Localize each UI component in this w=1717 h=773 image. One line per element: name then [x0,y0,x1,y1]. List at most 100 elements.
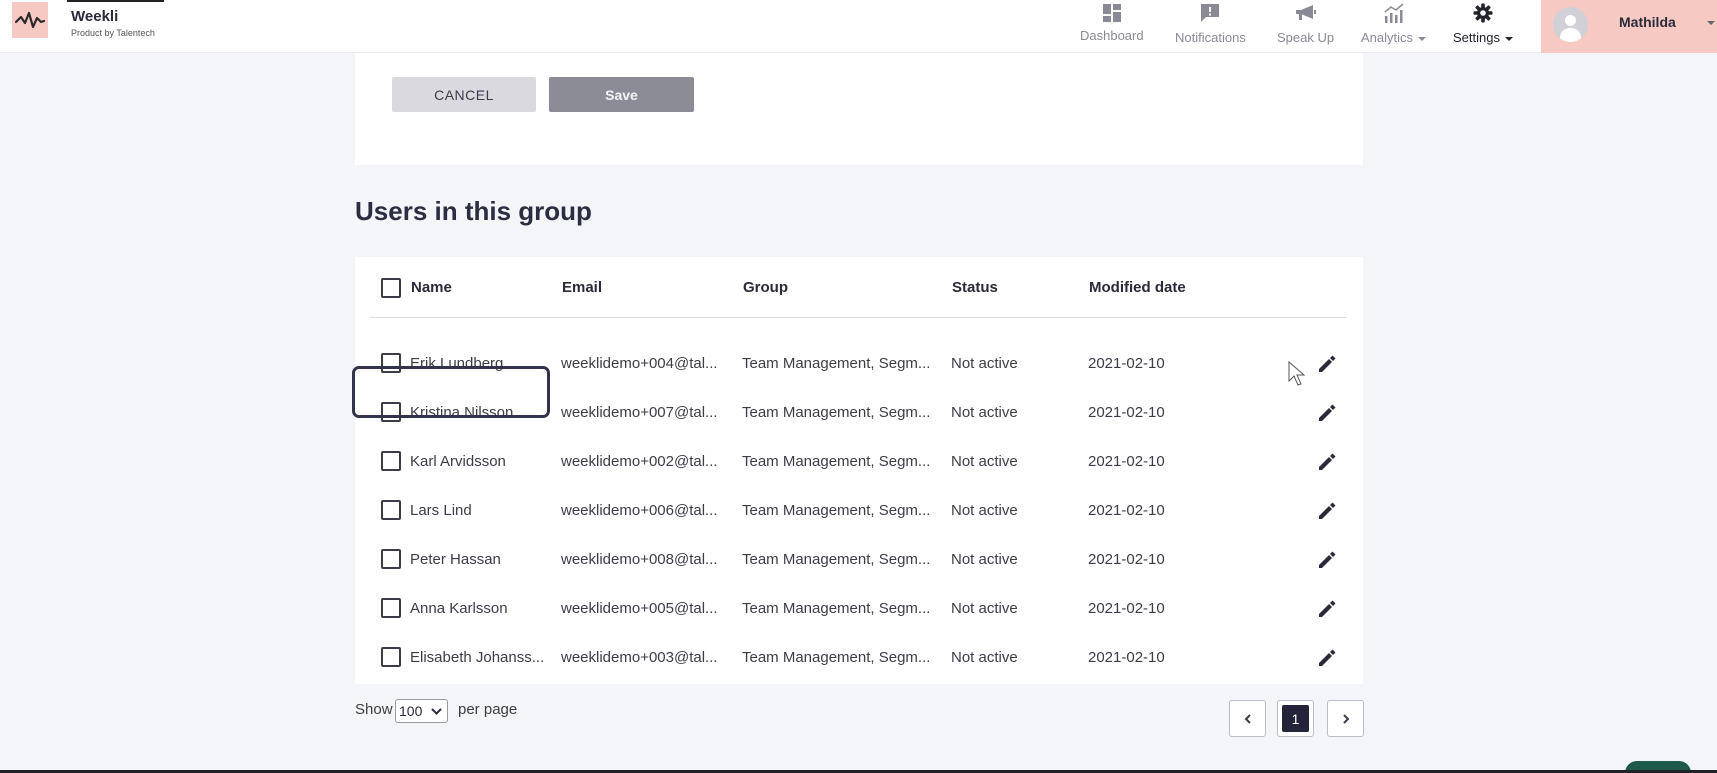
row-checkbox[interactable] [381,353,401,373]
select-all-checkbox[interactable] [381,278,401,298]
edit-button[interactable] [1316,500,1338,522]
cell-modified-date: 2021-02-10 [1088,404,1165,421]
pencil-icon [1316,355,1338,379]
cell-group: Team Management, Segm... [742,649,931,666]
pencil-icon [1316,551,1338,575]
chevron-down-icon [431,708,442,715]
cell-modified-date: 2021-02-10 [1088,355,1165,372]
column-header-group[interactable]: Group [743,279,788,296]
edit-button[interactable] [1316,451,1338,473]
group-form-card: CANCEL Save [355,53,1363,165]
per-page-value: 100 [399,703,423,719]
table-row[interactable]: Erik Lundberg weeklidemo+004@tal... Team M… [355,339,1363,388]
brand-subtitle: Product by Talentech [71,28,155,38]
edit-button[interactable] [1316,647,1338,669]
prev-page-button[interactable] [1229,700,1266,737]
user-menu[interactable]: Mathilda [1541,0,1717,53]
table-row[interactable]: Peter Hassan weeklidemo+008@tal... Team Ma… [355,535,1363,584]
column-header-name[interactable]: Name [411,279,452,296]
cell-modified-date: 2021-02-10 [1088,551,1165,568]
cell-group: Team Management, Segm... [742,600,931,617]
nav-analytics[interactable]: Analytics [1361,0,1427,53]
edit-button[interactable] [1316,598,1338,620]
nav-notifications[interactable]: Notifications [1175,0,1246,53]
cell-email: weeklidemo+004@tal... [561,355,718,372]
cell-group: Team Management, Segm... [742,404,931,421]
gear-icon [1473,3,1493,23]
cell-email: weeklidemo+002@tal... [561,453,718,470]
cell-name: Anna Karlsson [410,600,508,617]
edit-button[interactable] [1316,353,1338,375]
row-checkbox[interactable] [381,647,401,667]
next-page-button[interactable] [1327,700,1364,737]
cell-status: Not active [951,649,1018,666]
mouse-cursor-icon [1288,361,1306,386]
section-title: Users in this group [355,196,592,226]
users-table: Name Email Group Status Modified date Er… [355,257,1363,684]
column-header-status[interactable]: Status [952,279,998,296]
notifications-icon [1200,3,1220,23]
cell-email: weeklidemo+006@tal... [561,502,718,519]
pencil-icon [1316,502,1338,526]
cancel-button[interactable]: CANCEL [392,77,536,112]
nav-analytics-label: Analytics [1361,30,1427,45]
pencil-icon [1316,453,1338,477]
logo-wave-icon [15,11,45,29]
cell-name: Kristina Nilsson [410,404,514,421]
per-page-select[interactable]: 100 [395,699,448,723]
analytics-icon [1383,3,1405,23]
user-name: Mathilda [1619,14,1676,30]
dashboard-icon [1102,3,1121,23]
per-page-label: per page [458,701,518,718]
table-row[interactable]: Anna Karlsson weeklidemo+005@tal... Team M… [355,584,1363,633]
brand-name: Weekli [71,8,119,25]
nav-dashboard[interactable]: Dashboard [1080,0,1144,53]
row-checkbox[interactable] [381,402,401,422]
brand: Weekli Product by Talentech [71,8,155,38]
nav-dashboard-label: Dashboard [1080,28,1144,43]
table-row[interactable]: Elisabeth Johanss... weeklidemo+003@tal..… [355,633,1363,682]
cell-status: Not active [951,453,1018,470]
pencil-icon [1316,404,1338,428]
pencil-icon [1316,600,1338,624]
cell-modified-date: 2021-02-10 [1088,502,1165,519]
chevron-left-icon [1244,713,1251,724]
chevron-right-icon [1342,713,1349,724]
cell-status: Not active [951,404,1018,421]
cell-status: Not active [951,355,1018,372]
cell-group: Team Management, Segm... [742,502,931,519]
nav-settings-label: Settings [1453,30,1513,45]
row-checkbox[interactable] [381,500,401,520]
nav-speak-up[interactable]: Speak Up [1277,0,1334,53]
cell-name: Elisabeth Johanss... [410,649,545,666]
save-button[interactable]: Save [549,77,694,112]
column-header-modified-date[interactable]: Modified date [1089,279,1186,296]
column-header-email[interactable]: Email [562,279,602,296]
cell-modified-date: 2021-02-10 [1088,649,1165,666]
cell-status: Not active [951,502,1018,519]
user-avatar-icon [1553,7,1588,42]
row-checkbox[interactable] [381,451,401,471]
logo[interactable] [12,2,48,38]
cell-status: Not active [951,551,1018,568]
nav-settings[interactable]: Settings [1453,0,1513,53]
top-header: Weekli Product by Talentech Dashboard No… [0,0,1717,53]
pencil-icon [1316,649,1338,673]
logo-tab-indicator [67,0,164,2]
cell-email: weeklidemo+003@tal... [561,649,718,666]
chevron-down-icon [1707,21,1715,25]
edit-button[interactable] [1316,549,1338,571]
table-row[interactable]: Lars Lind weeklidemo+006@tal... Team Manag… [355,486,1363,535]
current-page-number: 1 [1282,705,1309,732]
cell-name: Peter Hassan [410,551,501,568]
page-1-button[interactable]: 1 [1277,700,1314,737]
nav-speak-up-label: Speak Up [1277,30,1335,45]
edit-button[interactable] [1316,402,1338,424]
table-row[interactable]: Kristina Nilsson weeklidemo+007@tal... Tea… [355,388,1363,437]
cell-email: weeklidemo+005@tal... [561,600,718,617]
cell-group: Team Management, Segm... [742,355,931,372]
row-checkbox[interactable] [381,549,401,569]
header-divider [370,317,1347,318]
row-checkbox[interactable] [381,598,401,618]
table-row[interactable]: Karl Arvidsson weeklidemo+002@tal... Team … [355,437,1363,486]
